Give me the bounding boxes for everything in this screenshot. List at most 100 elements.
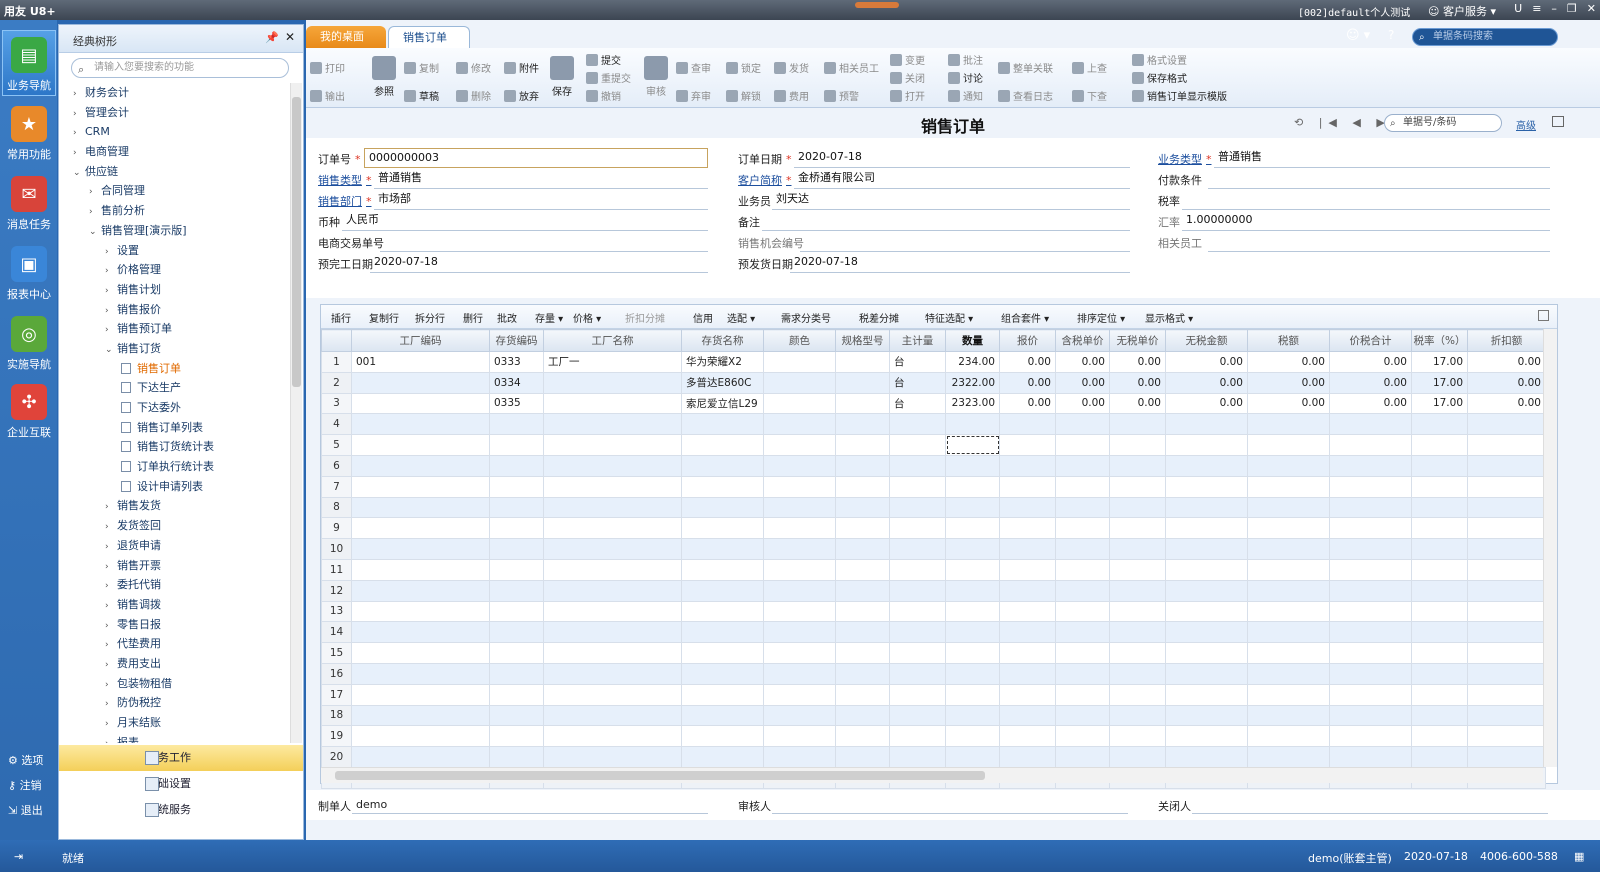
table-cell[interactable] bbox=[543, 600, 682, 623]
table-cell[interactable] bbox=[763, 579, 836, 602]
table-cell[interactable] bbox=[681, 642, 764, 664]
tree-item[interactable]: 销售订货统计表 bbox=[59, 437, 289, 457]
table-cell[interactable] bbox=[1467, 434, 1546, 456]
table-cell[interactable] bbox=[1329, 434, 1412, 456]
advanced-link[interactable]: 高级 bbox=[1516, 117, 1536, 132]
table-cell[interactable] bbox=[351, 517, 490, 540]
table-row[interactable]: 2 0334 多普达E860C 台 2322.00 0.00 0.00 0.00 0.00 0.0… bbox=[321, 371, 1546, 394]
table-cell[interactable]: 17.00 bbox=[1411, 392, 1468, 415]
toolbar-button[interactable]: 弃审 bbox=[676, 88, 711, 103]
pin-icon[interactable]: 📌 bbox=[265, 31, 279, 44]
table-cell[interactable]: 0.00 bbox=[1165, 371, 1248, 394]
table-cell[interactable] bbox=[1055, 579, 1110, 602]
table-cell[interactable] bbox=[1411, 683, 1468, 706]
grid-toolbar-button[interactable]: 拆分行 bbox=[415, 310, 445, 325]
field-label[interactable]: 客户简称 * bbox=[738, 172, 792, 188]
table-cell[interactable] bbox=[1467, 662, 1546, 685]
table-cell[interactable] bbox=[543, 371, 682, 394]
table-cell[interactable] bbox=[1109, 558, 1166, 581]
toolbar-button[interactable]: 发货 bbox=[774, 60, 809, 75]
field-value-input[interactable]: 普通销售 bbox=[1214, 148, 1550, 168]
toolbar-button[interactable]: 重提交 bbox=[586, 70, 631, 85]
tree-item[interactable]: ›报表 bbox=[59, 733, 289, 743]
table-cell[interactable] bbox=[1165, 704, 1248, 727]
table-cell[interactable] bbox=[999, 704, 1056, 727]
table-cell[interactable] bbox=[1247, 517, 1330, 540]
table-cell[interactable] bbox=[681, 704, 764, 727]
table-cell[interactable] bbox=[999, 642, 1056, 664]
table-cell[interactable] bbox=[681, 434, 764, 456]
tree-item[interactable]: › 财务会计 bbox=[59, 83, 289, 103]
table-row[interactable]: 10 bbox=[321, 538, 1546, 560]
field-value-input[interactable]: 普通销售 bbox=[374, 169, 708, 189]
table-cell[interactable] bbox=[763, 392, 836, 415]
table-cell[interactable] bbox=[681, 496, 764, 519]
table-row[interactable]: 1 001 0333 工厂一 华为荣耀X2 台 234.00 0.00 0.00 0.00 0.00… bbox=[321, 351, 1546, 373]
table-cell[interactable] bbox=[681, 413, 764, 436]
table-cell[interactable] bbox=[1247, 600, 1330, 623]
table-cell[interactable]: 华为荣耀X2 bbox=[681, 351, 764, 373]
table-cell[interactable] bbox=[489, 683, 544, 706]
table-row[interactable]: 4 bbox=[321, 413, 1546, 436]
table-cell[interactable] bbox=[1329, 662, 1412, 685]
table-cell[interactable] bbox=[1467, 683, 1546, 706]
table-cell[interactable] bbox=[1055, 517, 1110, 540]
table-cell[interactable] bbox=[763, 496, 836, 519]
table-cell[interactable] bbox=[351, 413, 490, 436]
table-cell[interactable] bbox=[1247, 558, 1330, 581]
table-cell[interactable]: 0334 bbox=[489, 371, 544, 394]
column-header[interactable]: 存货名称 bbox=[681, 329, 764, 352]
table-cell[interactable]: 0.00 bbox=[1467, 371, 1546, 394]
table-cell[interactable] bbox=[999, 579, 1056, 602]
tree-item[interactable]: › 包装物租借 bbox=[59, 674, 289, 694]
rail-item[interactable]: ✣ 企业互联 bbox=[2, 378, 56, 444]
table-cell[interactable] bbox=[1109, 434, 1166, 456]
column-header[interactable]: 折扣额 bbox=[1467, 329, 1546, 352]
tree-item[interactable]: 订单执行统计表 bbox=[59, 457, 289, 477]
table-cell[interactable] bbox=[489, 600, 544, 623]
grid-toolbar-button[interactable]: 价格 ▾ bbox=[573, 310, 601, 325]
table-cell[interactable] bbox=[1247, 454, 1330, 477]
table-cell[interactable]: 索尼爱立信L29 bbox=[681, 392, 764, 415]
table-cell[interactable] bbox=[489, 642, 544, 664]
table-cell[interactable] bbox=[489, 517, 544, 540]
table-cell[interactable] bbox=[1165, 454, 1248, 477]
table-cell[interactable] bbox=[889, 517, 946, 540]
table-cell[interactable] bbox=[763, 351, 836, 373]
table-cell[interactable] bbox=[681, 746, 764, 768]
grid-toolbar-button[interactable]: 存量 ▾ bbox=[535, 310, 563, 325]
column-header[interactable]: 无税单价 bbox=[1109, 329, 1166, 352]
table-cell[interactable] bbox=[1329, 558, 1412, 581]
tab-sales-order[interactable]: 销售订单 × bbox=[388, 26, 470, 66]
table-cell[interactable] bbox=[489, 725, 544, 748]
toolbar-button[interactable]: 草稿 bbox=[404, 88, 439, 103]
table-cell[interactable] bbox=[1109, 746, 1166, 768]
table-cell[interactable]: 0.00 bbox=[1467, 392, 1546, 415]
table-cell[interactable] bbox=[1165, 517, 1248, 540]
table-cell[interactable] bbox=[351, 392, 490, 415]
table-cell[interactable] bbox=[681, 579, 764, 602]
table-cell[interactable] bbox=[945, 475, 1000, 498]
field-value-input[interactable]: 市场部 bbox=[374, 190, 708, 210]
table-cell[interactable] bbox=[1055, 496, 1110, 519]
grid-hscroll[interactable] bbox=[321, 767, 1543, 783]
table-cell[interactable] bbox=[1411, 413, 1468, 436]
table-cell[interactable] bbox=[351, 704, 490, 727]
table-cell[interactable] bbox=[1411, 475, 1468, 498]
table-cell[interactable] bbox=[763, 725, 836, 748]
field-value-input[interactable]: 2020-07-18 bbox=[790, 253, 1130, 273]
table-cell[interactable]: 0.00 bbox=[1109, 371, 1166, 394]
table-cell[interactable] bbox=[1109, 413, 1166, 436]
table-cell[interactable] bbox=[945, 538, 1000, 560]
tree-item[interactable]: › 电商管理 bbox=[59, 142, 289, 162]
table-row[interactable]: 20 bbox=[321, 746, 1546, 768]
table-cell[interactable] bbox=[1165, 538, 1248, 560]
toolbar-button[interactable]: 参照 bbox=[372, 56, 396, 98]
column-header[interactable]: 报价 bbox=[999, 329, 1056, 352]
table-cell[interactable] bbox=[763, 683, 836, 706]
tree-item[interactable]: › 退货申请 bbox=[59, 536, 289, 556]
table-cell[interactable] bbox=[1109, 475, 1166, 498]
grid-icon[interactable]: ▦ bbox=[1574, 850, 1584, 863]
table-cell[interactable] bbox=[1411, 538, 1468, 560]
table-cell[interactable]: 001 bbox=[351, 351, 490, 373]
